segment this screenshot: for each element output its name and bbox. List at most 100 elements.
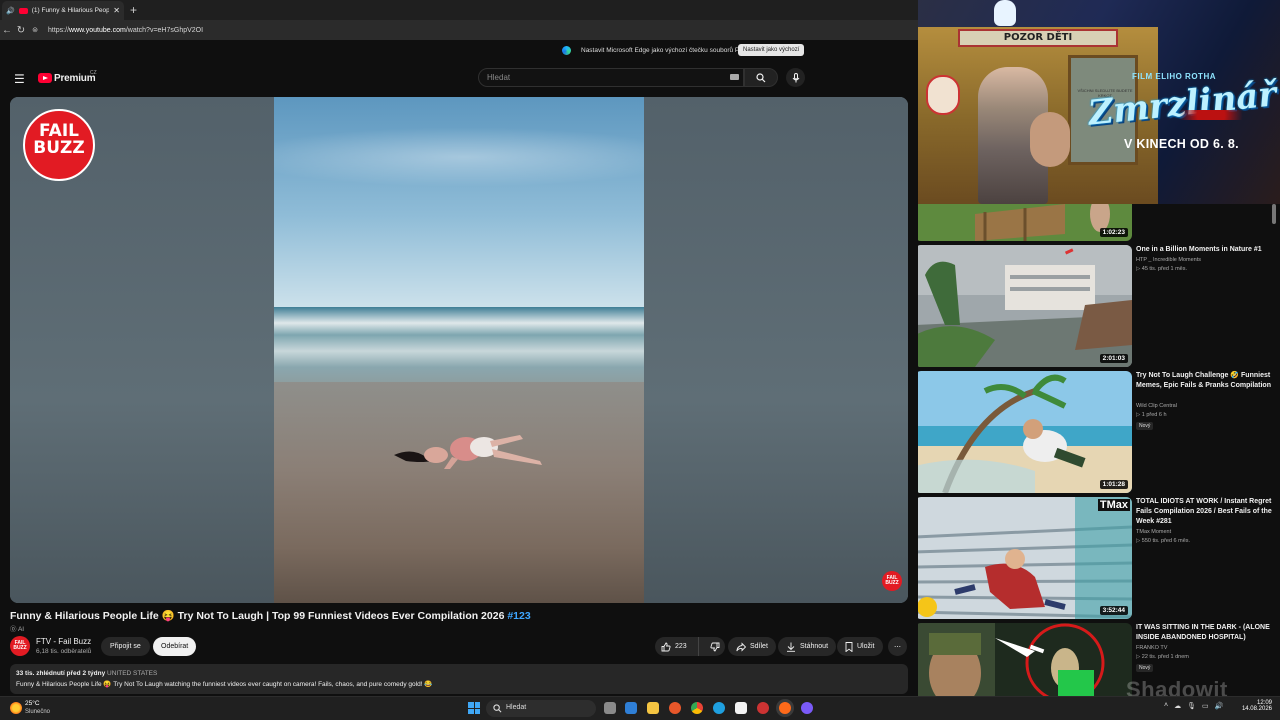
ad-sign: POZOR DĚTI: [958, 29, 1118, 47]
tab-title: (1) Funny & Hilarious People Li...: [31, 7, 110, 14]
video-duration: 1:01:28: [1099, 480, 1128, 489]
video-title: Funny & Hilarious People Life 😝 Try Not …: [10, 609, 531, 622]
youtube-logo-icon[interactable]: [38, 73, 52, 83]
weather-icon[interactable]: [10, 702, 22, 714]
url-field[interactable]: https://www.youtube.com/watch?v=eH7sGhpV…: [48, 27, 203, 34]
download-icon: [787, 642, 795, 652]
channel-subscribers: 6,18 tis. odběratelů: [36, 648, 92, 655]
youtube-favicon-icon: [18, 7, 28, 14]
sand: [274, 382, 644, 603]
dislike-button[interactable]: [703, 642, 720, 652]
start-button[interactable]: [468, 702, 480, 714]
sky: [274, 97, 644, 312]
url-prefix: https://: [48, 26, 70, 34]
more-actions-button[interactable]: ⋯: [888, 637, 907, 656]
messenger-icon[interactable]: [801, 702, 813, 714]
keyboard-icon[interactable]: [730, 74, 739, 80]
app-icon[interactable]: [757, 702, 769, 714]
related-video-channel[interactable]: HTP _ Incredible Moments: [1136, 257, 1201, 263]
like-dislike-group: 223: [655, 637, 725, 656]
views-date: 33 tis. zhlédnutí před 2 týdny: [16, 670, 106, 677]
related-video-title[interactable]: Try Not To Laugh Challenge 🤣 Funniest Me…: [1136, 371, 1272, 391]
browser-tab-bar: 🔊 (1) Funny & Hilarious People Li... ✕ +: [0, 0, 918, 20]
temperature[interactable]: 25°C: [25, 700, 40, 707]
location: UNITED STATES: [107, 670, 158, 677]
edge-taskbar-icon[interactable]: [713, 702, 725, 714]
subscribe-button[interactable]: Odebírat: [153, 637, 197, 656]
network-icon[interactable]: ▭: [1202, 702, 1209, 710]
channel-avatar[interactable]: FAIL BUZZ: [10, 636, 30, 656]
url-path: /watch?v=eH7sGhpV2OI: [125, 26, 204, 34]
share-icon: [736, 641, 746, 652]
related-video-channel[interactable]: Wild Clip Central: [1136, 403, 1177, 409]
description-text: Funny & Hilarious People Life 😝 Try Not …: [16, 681, 433, 688]
volume-icon[interactable]: 🔊: [1215, 702, 1224, 710]
related-video-channel[interactable]: FRANKO TV: [1136, 645, 1167, 651]
set-default-button[interactable]: Nastavit jako výchozí: [738, 44, 805, 56]
ad-kid-figure: [1030, 112, 1070, 167]
movie-ad-banner[interactable]: POZOR DĚTI VŠICHNI SLEDUJTE BUDETE KRKOT…: [918, 0, 1280, 204]
hashtag-link[interactable]: #123: [507, 610, 530, 622]
firefox-icon[interactable]: [669, 702, 681, 714]
store-icon[interactable]: [735, 702, 747, 714]
related-video-title[interactable]: IT WAS SITTING IN THE DARK - (ALONE INSI…: [1136, 623, 1272, 643]
system-clock[interactable]: 12:09 14.08.2026: [1238, 700, 1272, 712]
url-host: www.youtube.com: [69, 26, 126, 34]
tray-chevron-icon[interactable]: ˄: [1164, 702, 1168, 710]
menu-icon[interactable]: ☰: [14, 72, 25, 86]
related-video-channel[interactable]: TMax Moment: [1136, 529, 1171, 535]
clock-date: 14.08.2026: [1241, 706, 1272, 712]
ai-label: ⓪ AI: [10, 626, 25, 633]
microphone-icon: [792, 72, 799, 82]
widgets-icon[interactable]: [625, 702, 637, 714]
back-icon[interactable]: ←: [0, 25, 14, 36]
mic-tray-icon[interactable]: 🎙: [1187, 702, 1196, 710]
cloud-icon[interactable]: ☁: [1174, 702, 1181, 710]
related-video-title[interactable]: One in a Billion Moments in Nature #1: [1136, 245, 1272, 255]
browser-tab[interactable]: 🔊 (1) Funny & Hilarious People Li... ✕: [2, 1, 124, 20]
save-button[interactable]: Uložit: [837, 637, 883, 656]
search-icon: [756, 72, 766, 82]
voice-search-button[interactable]: [786, 68, 805, 87]
related-videos: 1:02:23 2:01:03 One in a Billion Moments…: [918, 204, 1280, 696]
video-duration: 3:52:44: [1099, 606, 1128, 615]
blurred-right-side: [644, 97, 908, 603]
like-button[interactable]: 223: [655, 637, 699, 656]
search-button[interactable]: [744, 68, 778, 87]
share-label: Sdílet: [750, 643, 768, 650]
fail-buzz-logo: FAIL BUZZ: [23, 109, 95, 181]
region-code: CZ: [90, 70, 97, 76]
reload-icon[interactable]: ↻: [14, 25, 28, 36]
description-box[interactable]: 33 tis. zhlédnutí před 2 týdny UNITED ST…: [10, 664, 908, 694]
file-explorer-icon[interactable]: [647, 702, 659, 714]
address-bar: ← ↻ ⊜ https://www.youtube.com/watch?v=eH…: [0, 20, 918, 40]
taskbar-search-label: Hledat: [506, 704, 527, 711]
video-thumbnail[interactable]: 1:02:23: [918, 204, 1132, 241]
download-label: Stáhnout: [800, 643, 829, 650]
view-count-date: 33 tis. zhlédnutí před 2 týdny UNITED ST…: [16, 670, 157, 677]
channel-name[interactable]: FTV - Fail Buzz: [36, 637, 91, 646]
thumbnail-image: [918, 371, 1132, 493]
active-browser-icon[interactable]: [779, 702, 791, 714]
tab-close-icon[interactable]: ✕: [113, 6, 120, 15]
search-input[interactable]: Hledat: [478, 68, 744, 87]
task-view-icon[interactable]: [604, 702, 616, 714]
download-button[interactable]: Stáhnout: [778, 637, 837, 656]
sidebar-scrollbar[interactable]: [1272, 204, 1276, 224]
thumbnail-tag: TMax: [1097, 499, 1130, 511]
video-thumbnail[interactable]: 1:01:28: [918, 371, 1132, 493]
share-button[interactable]: Sdílet: [728, 637, 776, 656]
new-tab-icon[interactable]: +: [130, 3, 137, 17]
related-video-title[interactable]: TOTAL IDIOTS AT WORK / Instant Regret Fa…: [1136, 497, 1272, 527]
weather-condition: Slunečno: [25, 709, 51, 715]
join-button[interactable]: Připojit se: [101, 637, 150, 656]
video-thumbnail[interactable]: TMax 3:52:44: [918, 497, 1132, 619]
video-thumbnail[interactable]: 2:01:03: [918, 245, 1132, 367]
clown-figure: [926, 75, 960, 115]
channel-watermark[interactable]: FAIL BUZZ: [882, 571, 902, 591]
audio-icon[interactable]: 🔊: [6, 7, 15, 15]
site-info-icon[interactable]: ⊜: [28, 26, 42, 34]
chrome-icon[interactable]: [691, 702, 703, 714]
video-player[interactable]: FAIL BUZZ FAIL BUZZ: [10, 97, 908, 603]
taskbar-search[interactable]: Hledat: [486, 700, 596, 717]
